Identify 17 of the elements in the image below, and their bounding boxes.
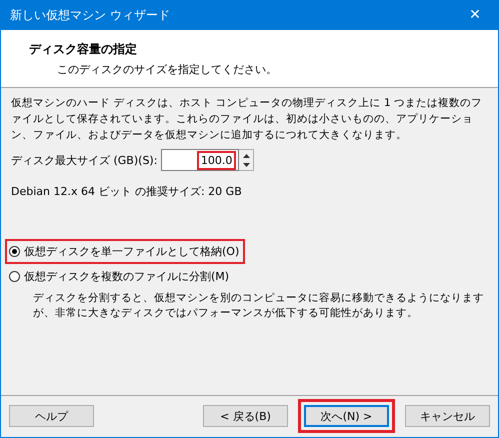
page-subtitle: このディスクのサイズを指定してください。 xyxy=(57,62,278,77)
description-text: 仮想マシンのハード ディスクは、ホスト コンピュータの物理ディスク上に 1 つまたは複数のファイルとして保存されています。これらのファイルは、初めは小さいものの、アプリケーション、ファイル、およびデータを仮想マシンに追加するにつれて大きくなります。 xyxy=(11,96,484,143)
nav-button[interactable]: キャンセル xyxy=(405,405,490,427)
disk-size-value: 100.0 xyxy=(196,150,236,170)
disk-size-field[interactable]: 100.0 xyxy=(161,149,240,171)
window-title: 新しい仮想マシン ウィザード xyxy=(10,6,170,24)
disk-size-label: ディスク最大サイズ (GB)(S): xyxy=(11,152,158,168)
radio-option[interactable]: 仮想ディスクを単一ファイルとして格納(O) xyxy=(5,239,246,264)
nav-button[interactable]: 次へ(N) > xyxy=(304,405,389,427)
option-note: ディスクを分割すると、仮想マシンを別のコンピュータに容易に移動できるようになりますが、非常に大きなディスクではパフォーマンスが低下する可能性があります。 xyxy=(33,291,485,321)
page-title: ディスク容量の指定 xyxy=(29,41,138,58)
close-button[interactable]: ✕ xyxy=(452,0,498,30)
nav-button[interactable]: < 戻る(B) xyxy=(203,405,288,427)
recommended-size-text: Debian 12.x 64 ビット の推奨サイズ: 20 GB xyxy=(11,184,243,199)
help-button[interactable]: ヘルプ xyxy=(9,405,94,427)
spinner-buttons[interactable] xyxy=(239,149,254,171)
radio-option[interactable]: 仮想ディスクを複数のファイルに分割(M) xyxy=(5,264,236,289)
